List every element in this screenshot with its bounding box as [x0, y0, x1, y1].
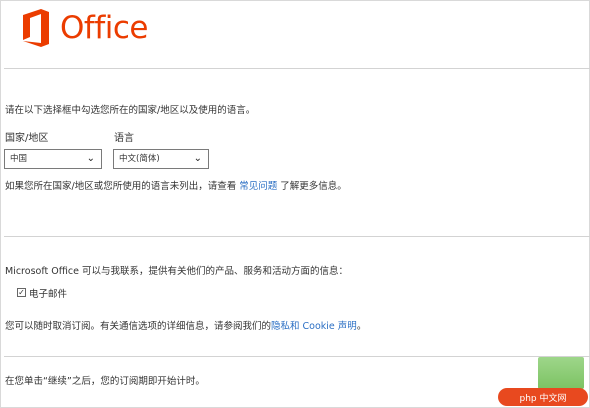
country-select[interactable]: 中国 ⌄: [4, 149, 102, 169]
language-select[interactable]: 中文(简体) ⌄: [113, 149, 209, 169]
email-checkbox[interactable]: ✓: [17, 288, 26, 297]
page-frame: [0, 0, 590, 408]
watermark-text: php 中文网: [519, 393, 567, 404]
footer-note: 在您单击“继续”之后，您的订阅期即开始计时。: [5, 376, 205, 387]
faq-link[interactable]: 常见问题: [239, 181, 277, 192]
divider: [4, 68, 590, 69]
country-label: 国家/地区: [5, 133, 49, 144]
office-logo-icon: [23, 9, 49, 47]
language-select-value: 中文(简体): [119, 154, 160, 164]
office-logo: Office: [21, 6, 148, 50]
divider: [4, 236, 590, 237]
privacy-link[interactable]: 隐私和 Cookie 声明: [271, 321, 357, 332]
email-label: 电子邮件: [29, 289, 68, 300]
country-select-value: 中国: [10, 154, 28, 164]
divider: [4, 356, 590, 357]
privacy-suffix: 。: [356, 321, 367, 332]
region-instruction: 请在以下选择框中勾选您所在的国家/地区以及使用的语言。: [5, 105, 256, 116]
privacy-prefix: 您可以随时取消订阅。有关通信选项的详细信息，请参阅我们的: [5, 321, 272, 332]
chevron-down-icon: ⌄: [193, 153, 202, 164]
privacy-note: 您可以随时取消订阅。有关通信选项的详细信息，请参阅我们的隐私和 Cookie 声…: [5, 318, 366, 332]
subscribe-intro: Microsoft Office 可以与我联系，提供有关他们的产品、服务和活动方…: [5, 266, 349, 277]
faq-prefix: 如果您所在国家/地区或您所使用的语言未列出，请查看: [5, 181, 237, 192]
watermark-logo: php 中文网: [498, 388, 588, 406]
faq-suffix: 了解更多信息。: [280, 181, 347, 192]
faq-note: 如果您所在国家/地区或您所使用的语言未列出，请查看 常见问题 了解更多信息。: [5, 178, 347, 192]
language-label: 语言: [114, 133, 134, 144]
continue-button[interactable]: [538, 357, 584, 389]
office-logo-text: Office: [60, 10, 148, 46]
chevron-down-icon: ⌄: [86, 153, 95, 164]
